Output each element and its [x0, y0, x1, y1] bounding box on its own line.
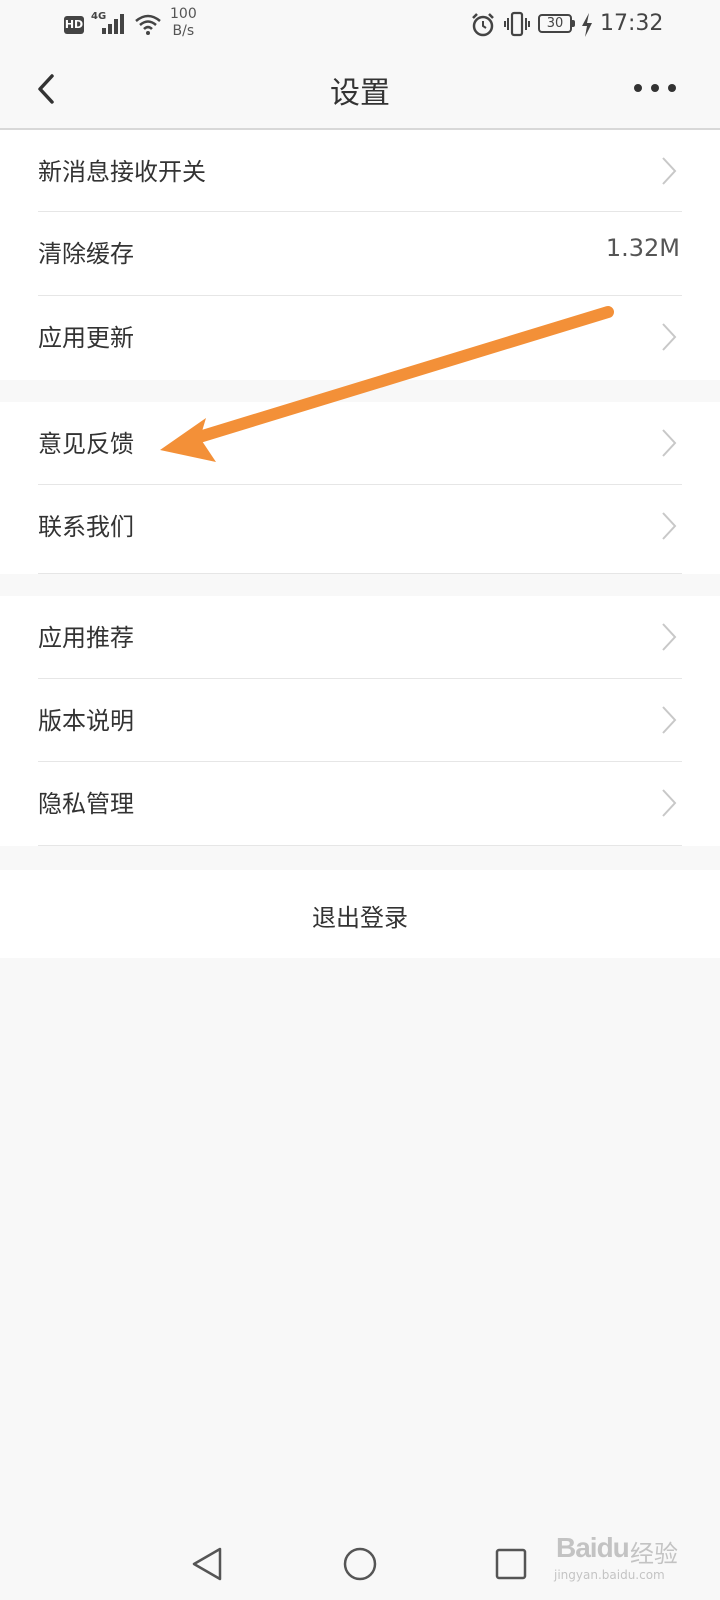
clock: 17:32: [600, 11, 664, 36]
settings-item-label: 清除缓存: [38, 240, 134, 268]
settings-item-label: 版本说明: [38, 707, 134, 735]
nav-home-icon[interactable]: [342, 1546, 378, 1582]
settings-item-app-recommend[interactable]: 应用推荐: [38, 596, 682, 678]
logout-label: 退出登录: [312, 904, 408, 932]
alarm-icon: [472, 13, 494, 37]
hd-badge: HD: [64, 16, 84, 34]
baidu-jingyan-watermark: Baidu 经验 jingyan.baidu.com: [548, 1520, 718, 1590]
app-header: 设置: [0, 50, 720, 130]
wifi-icon: [135, 14, 161, 35]
watermark-jingyan: 经验: [630, 1540, 678, 1568]
settings-item-clear-cache[interactable]: 清除缓存 1.32M: [38, 212, 682, 294]
chevron-right-icon: [662, 323, 677, 351]
watermark-brand: Baidu: [556, 1532, 630, 1563]
settings-item-contact-us[interactable]: 联系我们: [38, 485, 682, 567]
chevron-right-icon: [662, 429, 677, 457]
settings-item-feedback[interactable]: 意见反馈: [38, 402, 682, 484]
network-speed: 100 B/s: [170, 6, 197, 40]
settings-item-label: 新消息接收开关: [38, 158, 206, 186]
settings-item-new-message-switch[interactable]: 新消息接收开关: [38, 130, 682, 212]
settings-group-general: 新消息接收开关 清除缓存 1.32M 应用更新: [0, 130, 720, 380]
chevron-right-icon: [662, 789, 677, 817]
divider: [38, 845, 682, 846]
settings-group-support: 意见反馈 联系我们: [0, 402, 720, 574]
chevron-right-icon: [662, 157, 677, 185]
speed-value: 100: [170, 6, 197, 22]
settings-item-label: 意见反馈: [38, 430, 134, 458]
chevron-right-icon: [662, 706, 677, 734]
more-dots-icon: [634, 84, 676, 92]
divider: [38, 573, 682, 574]
nav-back-icon[interactable]: [190, 1546, 224, 1582]
settings-item-privacy[interactable]: 隐私管理: [38, 762, 682, 844]
cache-size-value: 1.32M: [605, 234, 680, 262]
settings-item-label: 联系我们: [38, 513, 134, 541]
vibrate-icon: [504, 11, 530, 37]
signal-icon: [102, 14, 124, 34]
watermark-url: jingyan.baidu.com: [554, 1568, 665, 1582]
nav-recent-apps-icon[interactable]: [494, 1546, 528, 1582]
logout-button[interactable]: 退出登录: [0, 870, 720, 958]
battery-indicator: 30: [538, 14, 575, 33]
settings-item-version-notes[interactable]: 版本说明: [38, 679, 682, 761]
speed-unit: B/s: [172, 23, 195, 39]
more-button[interactable]: [630, 70, 680, 110]
settings-item-label: 隐私管理: [38, 790, 134, 818]
charging-icon: [582, 13, 592, 37]
settings-item-label: 应用更新: [38, 324, 134, 352]
chevron-right-icon: [662, 512, 677, 540]
settings-item-app-update[interactable]: 应用更新: [38, 296, 682, 378]
settings-item-label: 应用推荐: [38, 624, 134, 652]
chevron-right-icon: [662, 623, 677, 651]
page-title: 设置: [330, 76, 390, 111]
settings-group-about: 应用推荐 版本说明 隐私管理: [0, 596, 720, 846]
status-bar: HD 4G 100 B/s 30 17:32: [0, 0, 720, 50]
